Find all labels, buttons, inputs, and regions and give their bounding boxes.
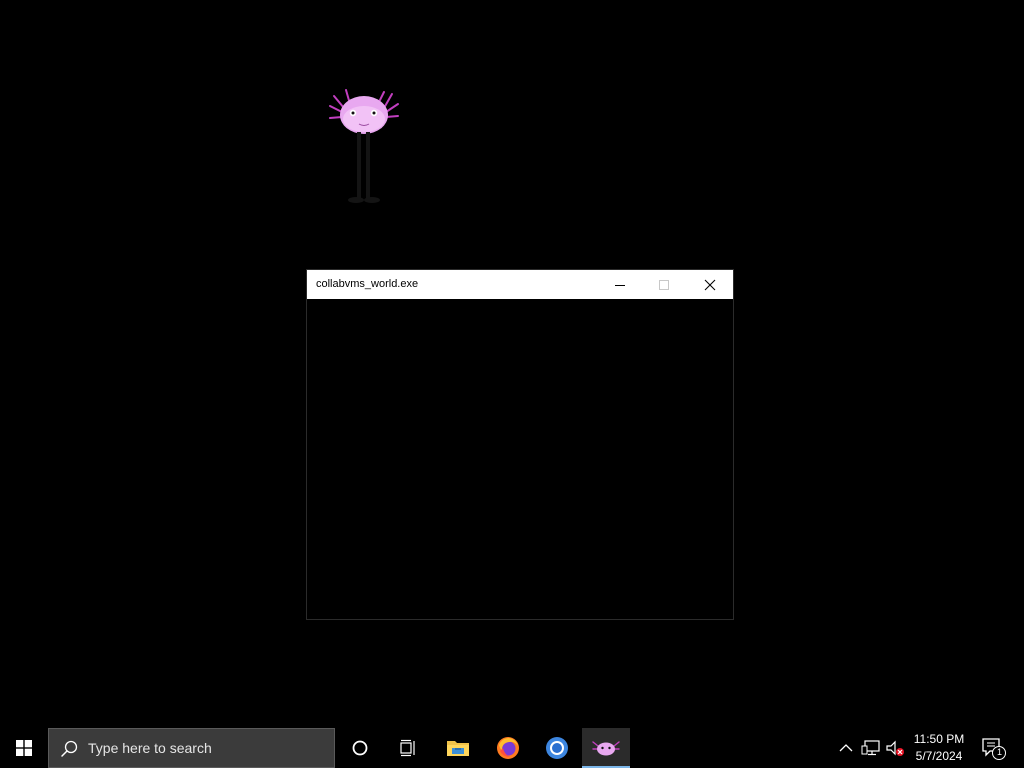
minimize-icon [615, 284, 625, 286]
windows-logo-icon [16, 740, 32, 756]
action-center-button[interactable]: 1 [978, 736, 1008, 762]
cortana-icon [352, 740, 368, 756]
minimize-button[interactable] [597, 270, 643, 299]
axolotl-app-icon [592, 741, 620, 756]
start-button[interactable] [0, 728, 48, 768]
axolotl-mascot [329, 89, 399, 203]
network-icon[interactable] [860, 738, 882, 758]
taskbar: Type here to search 11:50 PM 5/7/2024 1 [0, 728, 1024, 768]
clock-date: 5/7/2024 [915, 749, 963, 763]
show-hidden-icons-chevron-icon[interactable] [836, 738, 856, 758]
firefox-button[interactable] [484, 728, 532, 768]
notification-count: 1 [996, 747, 1002, 757]
close-button[interactable] [687, 270, 733, 299]
window-title: collabvms_world.exe [316, 278, 419, 290]
cortana-button[interactable] [336, 728, 384, 768]
clock[interactable]: 11:50 PM 5/7/2024 [910, 731, 968, 765]
window-client-area[interactable] [307, 299, 733, 619]
app-window[interactable]: collabvms_world.exe [306, 269, 734, 620]
file-explorer-button[interactable] [434, 728, 482, 768]
task-view-button[interactable] [384, 728, 432, 768]
maximize-icon [659, 279, 669, 290]
task-view-icon [400, 739, 415, 757]
clock-time: 11:50 PM [913, 732, 965, 746]
chrome-button[interactable] [533, 728, 581, 768]
collabvms-world-taskbar-button[interactable] [582, 728, 630, 768]
firefox-icon [497, 737, 519, 759]
file-explorer-icon [447, 741, 469, 756]
search-icon [61, 740, 78, 757]
chrome-icon [546, 737, 568, 759]
search-placeholder: Type here to search [88, 740, 212, 756]
close-icon [704, 279, 716, 290]
search-box[interactable]: Type here to search [48, 728, 335, 768]
window-titlebar[interactable]: collabvms_world.exe [307, 270, 733, 299]
volume-muted-icon[interactable] [884, 738, 906, 758]
maximize-button[interactable] [641, 270, 687, 299]
